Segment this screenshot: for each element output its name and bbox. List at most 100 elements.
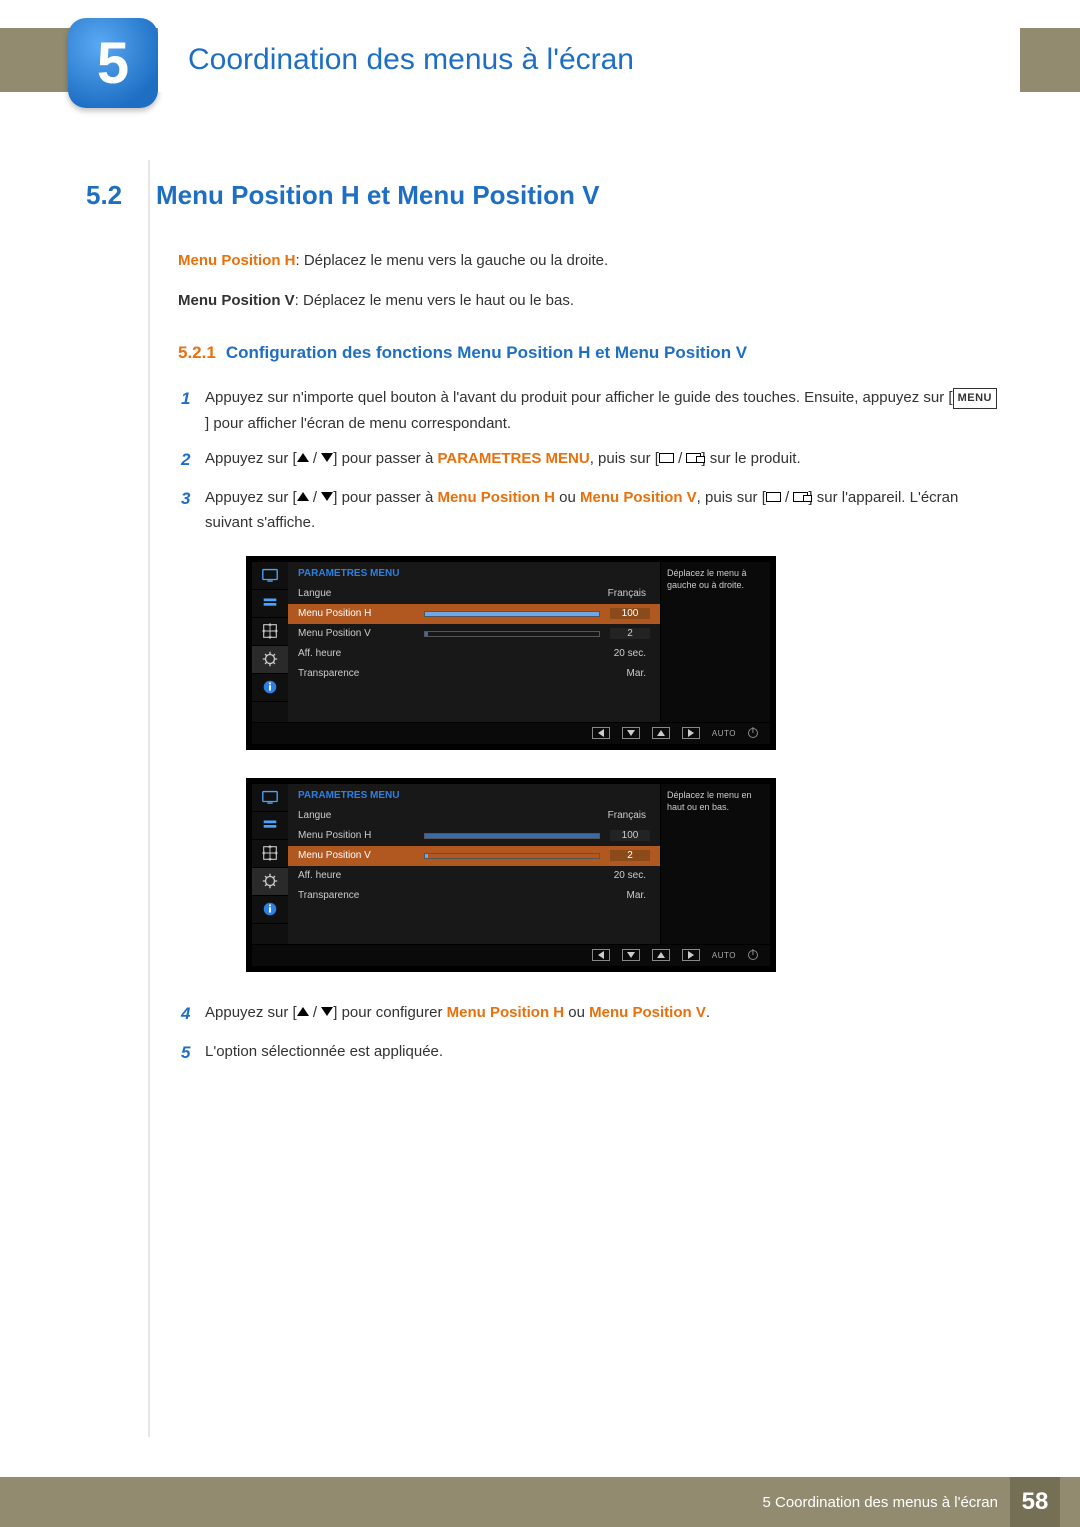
intro-h-text: : Déplacez le menu vers la gauche ou la … bbox=[296, 252, 609, 269]
step-num-1: 1 bbox=[181, 385, 205, 436]
slider-mpv[interactable] bbox=[424, 853, 600, 859]
osd-tab-info-icon[interactable] bbox=[252, 674, 288, 702]
osd-val-trans: Mar. bbox=[590, 668, 650, 679]
osd-foot-power-icon[interactable] bbox=[748, 950, 758, 960]
s2hl: PARAMETRES MENU bbox=[437, 450, 589, 467]
osd-val-mph: 100 bbox=[610, 830, 650, 841]
osd-foot-left-icon[interactable] bbox=[592, 949, 610, 961]
osd-foot-power-icon[interactable] bbox=[748, 728, 758, 738]
intro-v-label: Menu Position V bbox=[178, 292, 295, 309]
s4a: Appuyez sur [ bbox=[205, 1004, 297, 1021]
osd-tab-setup-icon[interactable] bbox=[252, 646, 288, 674]
osd-foot-auto[interactable]: AUTO bbox=[712, 729, 736, 738]
s4or: ou bbox=[564, 1004, 589, 1021]
osd-foot-auto[interactable]: AUTO bbox=[712, 951, 736, 960]
osd-foot-down-icon[interactable] bbox=[622, 949, 640, 961]
triangle-down-icon bbox=[321, 453, 333, 462]
osd-row-mpv[interactable]: Menu Position V 2 bbox=[288, 846, 660, 866]
step-num-2: 2 bbox=[181, 446, 205, 475]
osd-lbl-trans: Transparence bbox=[298, 668, 418, 679]
osd-row-langue[interactable]: Langue Français bbox=[288, 806, 660, 826]
osd-lbl-mph: Menu Position H bbox=[298, 608, 418, 619]
osd-val-mpv: 2 bbox=[610, 850, 650, 861]
osd-tab-size-icon[interactable] bbox=[252, 840, 288, 868]
slider-mph[interactable] bbox=[424, 611, 600, 617]
step-body-2: Appuyez sur [ / ] pour passer à PARAMETR… bbox=[205, 446, 1000, 475]
osd-foot-up-icon[interactable] bbox=[652, 949, 670, 961]
section-heading: 5.2Menu Position H et Menu Position V bbox=[86, 180, 1000, 211]
osd-tab-setup-icon[interactable] bbox=[252, 868, 288, 896]
step-4: 4 Appuyez sur [ / ] pour configurer Menu… bbox=[181, 1000, 1000, 1029]
osd-lbl-langue: Langue bbox=[298, 588, 418, 599]
osd-row-mpv[interactable]: Menu Position V 2 bbox=[288, 624, 660, 644]
step-1: 1 Appuyez sur n'importe quel bouton à l'… bbox=[181, 385, 1000, 436]
osd-tab-size-icon[interactable] bbox=[252, 618, 288, 646]
step-num-4: 4 bbox=[181, 1000, 205, 1029]
s3or: ou bbox=[555, 489, 580, 506]
osd-panel-h: PARAMETRES MENU Langue Français Menu Pos… bbox=[246, 556, 776, 750]
osd-val-langue: Français bbox=[590, 810, 650, 821]
step-num-5: 5 bbox=[181, 1039, 205, 1068]
osd-panel-v: PARAMETRES MENU Langue Français Menu Pos… bbox=[246, 778, 776, 972]
s3hl2: Menu Position V bbox=[580, 489, 697, 506]
osd-tab-picture-icon[interactable] bbox=[252, 784, 288, 812]
osd-row-mph[interactable]: Menu Position H 100 bbox=[288, 826, 660, 846]
s3hl1: Menu Position H bbox=[437, 489, 555, 506]
subsection-number: 5.2.1 bbox=[178, 343, 216, 362]
enter-icon bbox=[659, 453, 674, 463]
osd-val-mpv: 2 bbox=[610, 628, 650, 639]
osd-val-aff: 20 sec. bbox=[590, 648, 650, 659]
step-2: 2 Appuyez sur [ / ] pour passer à PARAME… bbox=[181, 446, 1000, 475]
osd-lbl-langue: Langue bbox=[298, 810, 418, 821]
step-num-3: 3 bbox=[181, 485, 205, 536]
osd-row-aff[interactable]: Aff. heure 20 sec. bbox=[288, 866, 660, 886]
osd-footer: AUTO bbox=[252, 722, 770, 744]
osd-val-aff: 20 sec. bbox=[590, 870, 650, 881]
footer-bar: 5 Coordination des menus à l'écran 58 bbox=[0, 1477, 1080, 1527]
slider-mpv[interactable] bbox=[424, 631, 600, 637]
subsection-title: Configuration des fonctions Menu Positio… bbox=[226, 343, 747, 362]
subsection-heading: 5.2.1 Configuration des fonctions Menu Po… bbox=[178, 343, 1000, 363]
s2b: ] pour passer à bbox=[333, 450, 437, 467]
osd-row-langue[interactable]: Langue Français bbox=[288, 584, 660, 604]
intro-v-text: : Déplacez le menu vers le haut ou le ba… bbox=[295, 292, 574, 309]
intro-v: Menu Position V: Déplacez le menu vers l… bbox=[178, 289, 1000, 313]
osd-row-trans[interactable]: Transparence Mar. bbox=[288, 664, 660, 684]
osd-lbl-trans: Transparence bbox=[298, 890, 418, 901]
osd-foot-right-icon[interactable] bbox=[682, 949, 700, 961]
triangle-up-icon bbox=[297, 492, 309, 501]
section-number: 5.2 bbox=[86, 180, 156, 211]
osd-tab-color-icon[interactable] bbox=[252, 812, 288, 840]
osd-tab-picture-icon[interactable] bbox=[252, 562, 288, 590]
osd-lbl-mpv: Menu Position V bbox=[298, 850, 418, 861]
osd-lbl-aff: Aff. heure bbox=[298, 870, 418, 881]
chapter-number-badge: 5 bbox=[68, 18, 158, 108]
slider-mph[interactable] bbox=[424, 833, 600, 839]
osd-foot-right-icon[interactable] bbox=[682, 727, 700, 739]
intro-h-label: Menu Position H bbox=[178, 252, 296, 269]
osd-row-trans[interactable]: Transparence Mar. bbox=[288, 886, 660, 906]
osd-foot-up-icon[interactable] bbox=[652, 727, 670, 739]
triangle-down-icon bbox=[321, 492, 333, 501]
s4hl2: Menu Position V bbox=[589, 1004, 706, 1021]
osd-tab-info-icon[interactable] bbox=[252, 896, 288, 924]
osd-tab-color-icon[interactable] bbox=[252, 590, 288, 618]
osd-row-mph[interactable]: Menu Position H 100 bbox=[288, 604, 660, 624]
s2a: Appuyez sur [ bbox=[205, 450, 297, 467]
intro-h: Menu Position H: Déplacez le menu vers l… bbox=[178, 249, 1000, 273]
footer-text: 5 Coordination des menus à l'écran bbox=[762, 1494, 998, 1511]
osd-header: PARAMETRES MENU bbox=[288, 568, 660, 584]
osd-note-h: Déplacez le menu à gauche ou à droite. bbox=[660, 562, 770, 722]
osd-footer: AUTO bbox=[252, 944, 770, 966]
s3b: ] pour passer à bbox=[333, 489, 437, 506]
osd-val-trans: Mar. bbox=[590, 890, 650, 901]
source-icon bbox=[686, 453, 701, 463]
osd-header: PARAMETRES MENU bbox=[288, 790, 660, 806]
triangle-up-icon bbox=[297, 453, 309, 462]
s4c: . bbox=[706, 1004, 710, 1021]
osd-foot-left-icon[interactable] bbox=[592, 727, 610, 739]
osd-main: PARAMETRES MENU Langue Français Menu Pos… bbox=[288, 784, 660, 944]
osd-row-aff[interactable]: Aff. heure 20 sec. bbox=[288, 644, 660, 664]
step-body-4: Appuyez sur [ / ] pour configurer Menu P… bbox=[205, 1000, 1000, 1029]
osd-foot-down-icon[interactable] bbox=[622, 727, 640, 739]
